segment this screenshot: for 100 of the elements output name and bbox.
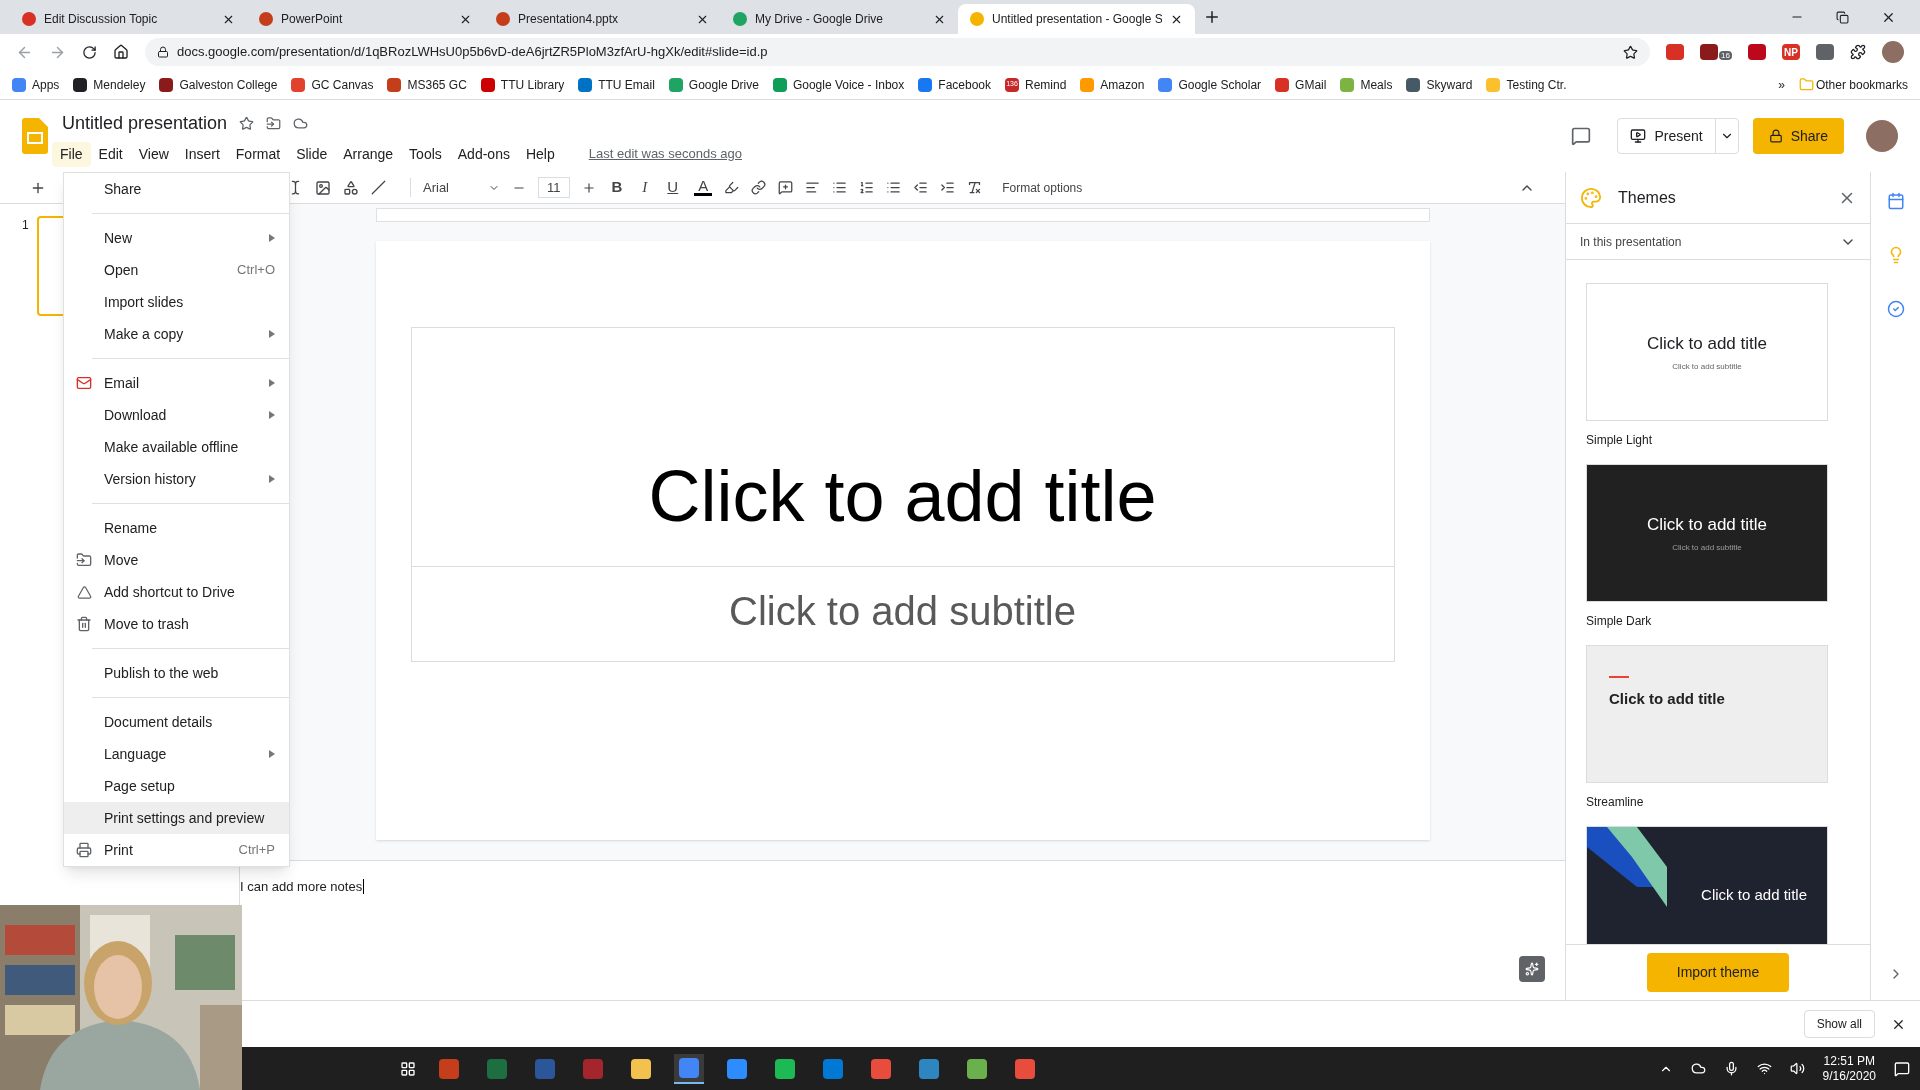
- address-bar[interactable]: docs.google.com/presentation/d/1qBRozLWHsU0p5b6vD-deA6jrtZR5PloM3zfArU-hgXk/edit#slide=id.p: [145, 38, 1651, 66]
- menu-item[interactable]: Slide: [288, 141, 336, 167]
- menu-option[interactable]: Import slides: [64, 286, 289, 318]
- menu-option[interactable]: Rename: [64, 512, 289, 544]
- menu-option[interactable]: Version history: [64, 463, 289, 495]
- menu-option[interactable]: Share: [64, 173, 289, 205]
- menu-option[interactable]: Move to trash: [64, 608, 289, 640]
- tab-title: Edit Discussion Topic: [44, 11, 159, 28]
- bookmark[interactable]: Skyward: [1406, 75, 1473, 94]
- menu-option[interactable]: Document details: [64, 706, 289, 738]
- format-options-button[interactable]: Format options: [1002, 178, 1083, 197]
- bookmark[interactable]: Meals: [1340, 75, 1393, 94]
- theme-title: Click to add title: [1609, 689, 1726, 709]
- menu-option[interactable]: Make a copy: [64, 318, 289, 350]
- browser-tab[interactable]: Untitled presentation - Google S: [958, 4, 1195, 34]
- extension-badge: 16: [1719, 51, 1732, 60]
- clock-time: 12:51 PM: [1823, 1053, 1875, 1069]
- bookmark[interactable]: Google Drive: [668, 75, 759, 94]
- bookmark[interactable]: Testing Ctr.: [1486, 75, 1567, 94]
- bookmark[interactable]: MS365 GC: [387, 75, 467, 94]
- bookmark-label: Google Voice - Inbox: [792, 76, 905, 94]
- menu-item[interactable]: Insert: [176, 141, 228, 167]
- menu-option[interactable]: New: [64, 222, 289, 254]
- format-button[interactable]: A: [694, 179, 713, 196]
- tab-title: Untitled presentation - Google S: [992, 11, 1162, 28]
- menu-option[interactable]: Move: [64, 544, 289, 576]
- panel-title: Themes: [1618, 187, 1677, 208]
- last-edit-link[interactable]: Last edit was seconds ago: [588, 144, 742, 164]
- menu-option[interactable]: Download: [64, 399, 289, 431]
- bookmark[interactable]: Google Voice - Inbox: [772, 75, 905, 94]
- bookmark-label: Testing Ctr.: [1506, 76, 1567, 94]
- menu-option[interactable]: Add shortcut to Drive: [64, 576, 289, 608]
- bookmark[interactable]: Facebook: [918, 75, 991, 94]
- format-button[interactable]: U: [663, 176, 683, 199]
- format-button[interactable]: B: [607, 176, 627, 199]
- import-theme-button[interactable]: Import theme: [1646, 953, 1790, 992]
- bookmark-label: GMail: [1295, 76, 1327, 94]
- theme-name: Simple Light: [1586, 432, 1654, 449]
- theme-preview[interactable]: Click to add title: [1586, 645, 1828, 783]
- theme-scope-dropdown[interactable]: In this presentation: [1566, 224, 1870, 260]
- bookmark[interactable]: Mendeley: [73, 75, 146, 94]
- theme-subtitle: Click to add subtitle: [1672, 541, 1742, 554]
- share-button[interactable]: Share: [1752, 118, 1844, 154]
- bookmark[interactable]: TTU Email: [578, 75, 655, 94]
- menu-item[interactable]: View: [130, 141, 177, 167]
- bookmark-label: Facebook: [938, 76, 991, 94]
- document-title[interactable]: Untitled presentation: [62, 109, 228, 137]
- show-all-button[interactable]: Show all: [1803, 1010, 1875, 1038]
- browser-tab[interactable]: PowerPoint: [247, 4, 484, 34]
- font-size-field[interactable]: 11: [538, 176, 570, 199]
- more-bookmarks[interactable]: »: [1778, 75, 1785, 94]
- menu-item[interactable]: Add-ons: [449, 141, 518, 167]
- extension-icon[interactable]: NP: [1782, 44, 1800, 60]
- bookmark[interactable]: Amazon: [1080, 75, 1145, 94]
- theme-title: Click to add title: [1647, 333, 1767, 356]
- menu-item[interactable]: File: [52, 141, 91, 167]
- bookmark-label: TTU Library: [500, 76, 565, 94]
- browser-tab[interactable]: Presentation4.pptx: [484, 4, 721, 34]
- font-dropdown[interactable]: Arial: [410, 177, 500, 198]
- bookmark-label: MS365 GC: [407, 76, 467, 94]
- bookmark-label: Mendeley: [93, 76, 146, 94]
- title-placeholder[interactable]: Click to add title: [410, 327, 1395, 567]
- menu-item[interactable]: Help: [517, 141, 563, 167]
- bookmark[interactable]: Apps: [12, 75, 60, 94]
- menu-option[interactable]: Email: [64, 367, 289, 399]
- bookmark[interactable]: GC Canvas: [291, 75, 374, 94]
- menu-option[interactable]: Print settings and preview: [64, 802, 289, 834]
- theme-preview[interactable]: Click to add title: [1586, 826, 1828, 944]
- bookmark-label: GC Canvas: [311, 76, 374, 94]
- bookmark-label: TTU Email: [598, 76, 655, 94]
- bookmark[interactable]: Google Scholar: [1158, 75, 1262, 94]
- speaker-notes[interactable]: I can add more notes: [240, 877, 1565, 897]
- theme-preview[interactable]: Click to add title Click to add subtitle: [1586, 283, 1828, 421]
- menu-item[interactable]: Tools: [401, 141, 450, 167]
- menu-option[interactable]: Page setup: [64, 770, 289, 802]
- menu-option[interactable]: Open Ctrl+O: [64, 254, 289, 286]
- browser-tab[interactable]: My Drive - Google Drive: [721, 4, 958, 34]
- browser-tab[interactable]: Edit Discussion Topic: [10, 4, 247, 34]
- bookmark[interactable]: Galveston College: [159, 75, 278, 94]
- bookmark[interactable]: TTU Library: [480, 75, 565, 94]
- bookmark-label: Meals: [1360, 76, 1393, 94]
- format-button[interactable]: I: [638, 176, 652, 199]
- menu-option[interactable]: Make available offline: [64, 431, 289, 463]
- other-bookmarks[interactable]: Other bookmarks: [1815, 75, 1908, 94]
- bookmark-label: Amazon: [1100, 76, 1145, 94]
- theme-title: Click to add title: [1647, 514, 1767, 537]
- menu-option[interactable]: Print Ctrl+P: [64, 834, 289, 866]
- menu-item[interactable]: Format: [227, 141, 289, 167]
- present-button[interactable]: Present: [1617, 118, 1739, 154]
- subtitle-placeholder[interactable]: Click to add subtitle: [410, 567, 1395, 662]
- tab-title: My Drive - Google Drive: [755, 11, 885, 28]
- bookmark[interactable]: GMail: [1275, 75, 1327, 94]
- menu-item[interactable]: Edit: [90, 141, 131, 167]
- menu-option[interactable]: Publish to the web: [64, 657, 289, 689]
- bookmark-label: Apps: [32, 76, 60, 94]
- theme-preview[interactable]: Click to add title Click to add subtitle: [1586, 464, 1828, 602]
- menu-option[interactable]: Language: [64, 738, 289, 770]
- menu-item[interactable]: Arrange: [335, 141, 402, 167]
- tab-title: PowerPoint: [281, 11, 344, 28]
- clock-date: 9/16/2020: [1822, 1068, 1876, 1084]
